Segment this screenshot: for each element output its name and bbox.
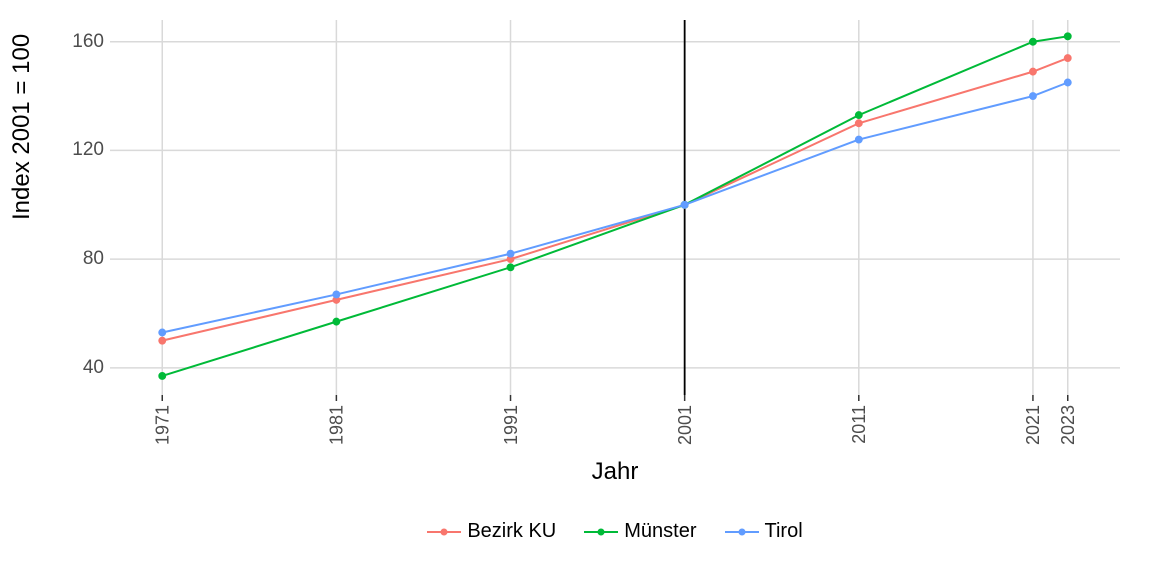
- legend: Bezirk KU Münster Tirol: [110, 520, 1120, 548]
- legend-item: Münster: [584, 520, 696, 543]
- legend-swatch-icon: [584, 522, 618, 542]
- y-axis-ticks: 40 80 120 160: [0, 20, 104, 395]
- x-tick-label: 2001: [675, 405, 695, 445]
- x-tick-label: 2011: [849, 405, 869, 444]
- series-bezirk-ku: [159, 55, 1071, 344]
- x-axis-label: Jahr: [110, 458, 1120, 486]
- chart-container: Index 2001 = 100 4080120160 197119811991…: [0, 0, 1152, 576]
- y-tick-label: 80: [83, 248, 104, 270]
- legend-label: Münster: [624, 520, 696, 543]
- x-tick-label: 1981: [327, 405, 347, 445]
- x-tick-label: 1971: [153, 405, 173, 445]
- y-tick-label: 40: [83, 357, 104, 379]
- legend-label: Bezirk KU: [467, 520, 556, 543]
- x-tick-label: 2021: [1023, 405, 1043, 445]
- x-tick-label: 1991: [501, 405, 521, 445]
- legend-swatch-icon: [427, 522, 461, 542]
- legend-swatch-icon: [725, 522, 759, 542]
- legend-label: Tirol: [765, 520, 803, 543]
- plot-area: 1971198119912001201120212023: [110, 20, 1120, 395]
- x-tick-label: 2023: [1058, 405, 1078, 445]
- series-münster: [159, 33, 1071, 379]
- y-tick-label: 120: [72, 139, 104, 161]
- legend-item: Tirol: [725, 520, 803, 543]
- y-tick-label: 160: [72, 31, 104, 53]
- series-tirol: [159, 79, 1071, 335]
- legend-item: Bezirk KU: [427, 520, 556, 543]
